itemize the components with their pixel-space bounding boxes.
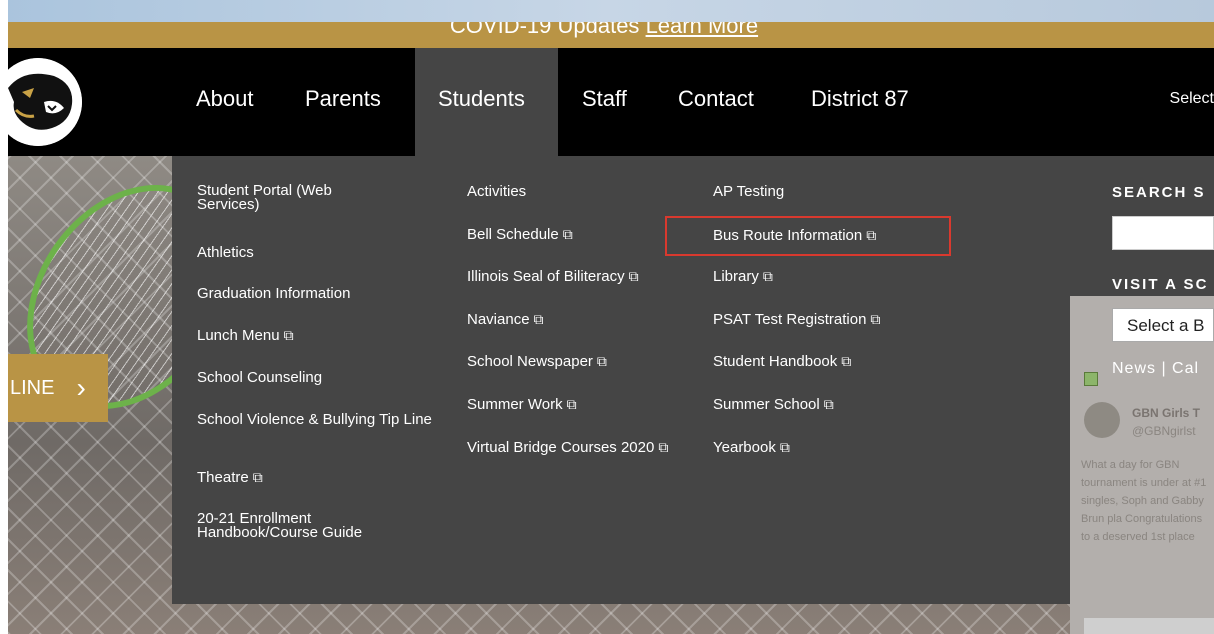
menu-item-summer-school[interactable]: Summer School ⧉: [713, 396, 834, 413]
menu-item-summer-work[interactable]: Summer Work ⧉: [467, 396, 577, 413]
timeline-button[interactable]: LINE ›: [8, 354, 108, 422]
menu-item-label: School Newspaper: [467, 353, 593, 370]
menu-item-label: Lunch Menu: [197, 327, 280, 344]
external-link-icon: ⧉: [762, 268, 773, 284]
nav-contact[interactable]: Contact: [678, 86, 754, 112]
external-link-icon: ⧉: [533, 311, 544, 327]
menu-item-student-portal[interactable]: Student Portal (Web Services): [197, 182, 357, 213]
tweet-handle[interactable]: @GBNgirlst: [1132, 424, 1196, 438]
chevron-right-icon: ›: [76, 372, 86, 403]
menu-item-label: Yearbook: [713, 439, 776, 456]
nav-about[interactable]: About: [196, 86, 254, 112]
language-select[interactable]: Select: [1170, 90, 1214, 108]
menu-item-label: Graduation Information: [197, 285, 351, 302]
menu-item-yearbook[interactable]: Yearbook ⧉: [713, 439, 790, 456]
menu-item-label: Activities: [467, 183, 527, 200]
external-link-icon: ⧉: [252, 469, 263, 485]
external-link-icon: ⧉: [779, 439, 790, 455]
menu-item-school-newspaper[interactable]: School Newspaper ⧉: [467, 353, 607, 370]
tweet-text: What a day for GBN tournament is under a…: [1081, 459, 1207, 543]
menu-item-student-handbook[interactable]: Student Handbook ⧉: [713, 353, 851, 370]
menu-item-label: Theatre: [197, 469, 249, 486]
news-calendar-links[interactable]: News | Cal: [1112, 360, 1199, 378]
menu-item-label: Summer School: [713, 396, 820, 413]
search-title: SEARCH S: [1112, 184, 1206, 201]
main-navigation: About Parents Students Staff Contact Dis…: [0, 48, 1214, 156]
window-edge: [0, 0, 8, 634]
menu-item-virtual-bridge[interactable]: Virtual Bridge Courses 2020 ⧉: [467, 439, 668, 456]
menu-item-ap-testing[interactable]: AP Testing: [713, 184, 784, 200]
external-link-icon: ⧉: [823, 396, 834, 412]
visit-school-title: VISIT A SC: [1112, 276, 1209, 293]
menu-item-activities[interactable]: Activities: [467, 184, 526, 200]
menu-item-label: Bell Schedule: [467, 226, 559, 243]
external-link-icon: ⧉: [628, 268, 639, 284]
timeline-label: LINE: [10, 376, 55, 399]
menu-item-label: 20-21 Enrollment Handbook/Course Guide: [197, 510, 363, 541]
learn-more-link[interactable]: Learn More: [646, 22, 759, 38]
menu-item-naviance[interactable]: Naviance ⧉: [467, 311, 544, 328]
menu-item-label: Virtual Bridge Courses 2020: [467, 439, 655, 456]
browser-frame-top: [0, 0, 1214, 24]
menu-item-school-counseling[interactable]: School Counseling: [197, 370, 322, 386]
nav-parents[interactable]: Parents: [305, 86, 381, 112]
tweet-author[interactable]: GBN Girls T: [1132, 406, 1200, 420]
menu-item-label: School Violence & Bullying Tip Line: [197, 411, 432, 428]
external-link-icon: ⧉: [283, 327, 294, 343]
menu-item-label: AP Testing: [713, 183, 785, 200]
menu-item-label: Naviance: [467, 311, 530, 328]
external-link-icon: ⧉: [566, 396, 577, 412]
menu-item-label: Student Handbook: [713, 353, 838, 370]
external-link-icon: ⧉: [596, 353, 607, 369]
menu-item-bell-schedule[interactable]: Bell Schedule ⧉: [467, 226, 573, 243]
menu-item-label: Illinois Seal of Biliteracy: [467, 268, 625, 285]
tweet-image[interactable]: [1084, 618, 1214, 634]
search-input[interactable]: [1112, 216, 1214, 250]
menu-item-label: Library: [713, 268, 759, 285]
external-link-icon: ⧉: [658, 439, 669, 455]
menu-item-seal-of-biliteracy[interactable]: Illinois Seal of Biliteracy ⧉: [467, 268, 639, 285]
menu-item-bullying-tip-line[interactable]: School Violence & Bullying Tip Line: [197, 412, 437, 428]
menu-item-enrollment-handbook[interactable]: 20-21 Enrollment Handbook/Course Guide: [197, 510, 397, 541]
menu-item-theatre[interactable]: Theatre ⧉: [197, 469, 263, 486]
panther-logo[interactable]: [0, 58, 82, 146]
school-select[interactable]: Select a B: [1112, 308, 1214, 342]
menu-item-athletics[interactable]: Athletics: [197, 245, 254, 261]
highlight-box: [665, 216, 951, 256]
menu-item-label: Athletics: [197, 244, 254, 261]
alert-text: COVID-19 Updates: [449, 22, 640, 38]
external-link-icon: ⧉: [870, 311, 881, 327]
menu-item-lunch-menu[interactable]: Lunch Menu ⧉: [197, 327, 294, 344]
menu-item-graduation-info[interactable]: Graduation Information: [197, 286, 350, 302]
menu-item-label: School Counseling: [197, 369, 323, 386]
external-link-icon: ⧉: [841, 353, 852, 369]
menu-item-label: Summer Work: [467, 396, 563, 413]
nav-students[interactable]: Students: [438, 86, 525, 112]
nav-staff[interactable]: Staff: [582, 86, 627, 112]
external-link-icon: ⧉: [562, 226, 573, 242]
menu-item-label: PSAT Test Registration: [713, 311, 867, 328]
covid-alert-bar: COVID-19 Updates Learn More: [8, 22, 1214, 48]
menu-item-library[interactable]: Library ⧉: [713, 268, 773, 285]
panther-icon: [0, 58, 82, 146]
menu-item-label: Student Portal (Web Services): [197, 182, 332, 213]
nav-district-87[interactable]: District 87: [811, 86, 909, 112]
menu-item-psat-registration[interactable]: PSAT Test Registration ⧉: [713, 311, 880, 328]
twitter-icon: [1084, 372, 1098, 386]
avatar[interactable]: [1084, 402, 1120, 438]
